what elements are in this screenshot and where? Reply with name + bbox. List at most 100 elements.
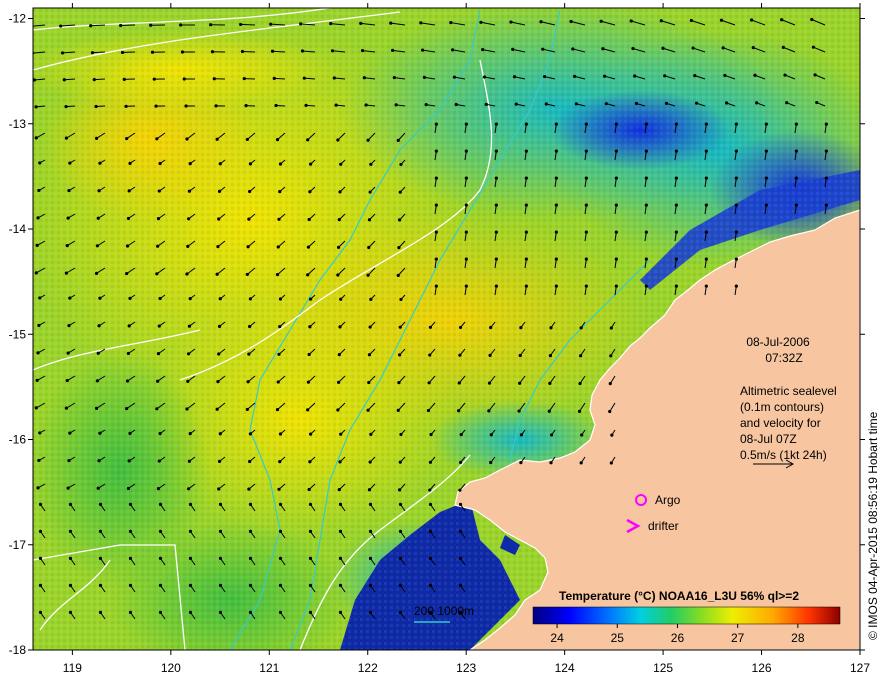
velocity-arrow-head <box>724 101 729 105</box>
velocity-arrow-head <box>734 176 738 180</box>
date-label: 08-Jul-2006 <box>746 335 810 349</box>
velocity-arrow-head <box>218 610 223 614</box>
velocity-arrow-head <box>458 460 463 465</box>
velocity-arrow <box>120 24 136 27</box>
velocity-arrow-head <box>704 149 708 153</box>
velocity-arrow-head <box>398 610 403 614</box>
velocity-arrow-head <box>128 610 133 614</box>
velocity-arrow-head <box>330 49 335 53</box>
velocity-arrow-head <box>458 488 462 492</box>
velocity-arrow-head <box>188 502 193 506</box>
velocity-arrow-head <box>464 230 468 234</box>
velocity-arrow-head <box>458 353 462 357</box>
velocity-arrow-head <box>398 556 403 560</box>
velocity-arrow-head <box>119 23 123 28</box>
velocity-arrow-head <box>578 381 582 386</box>
velocity-arrow-head <box>399 162 403 167</box>
velocity-arrow-head <box>734 203 738 207</box>
velocity-arrow-head <box>306 380 311 384</box>
velocity-arrow-head <box>278 162 283 166</box>
velocity-arrow-head <box>336 245 341 249</box>
velocity-arrow-head <box>428 529 433 533</box>
velocity-arrow-head <box>674 203 678 207</box>
velocity-arrow-head <box>398 502 403 506</box>
velocity-arrow-head <box>519 461 523 465</box>
velocity-arrow-head <box>278 190 282 194</box>
velocity-arrow-head <box>274 103 278 108</box>
velocity-arrow-head <box>184 104 188 108</box>
velocity-arrow-head <box>209 23 213 27</box>
velocity-arrow-head <box>275 138 280 142</box>
velocity-arrow-head <box>337 218 341 222</box>
velocity-arrow-head <box>248 502 253 506</box>
velocity-arrow-head <box>780 18 784 22</box>
velocity-arrow-head <box>367 353 372 357</box>
velocity-arrow-head <box>609 354 613 358</box>
velocity-arrow-head <box>489 325 493 330</box>
velocity-arrow-head <box>158 610 163 614</box>
altimetry-line: 0.5m/s (1kt 24h) <box>740 448 827 462</box>
velocity-arrow-head <box>156 244 160 248</box>
velocity-arrow-head <box>633 74 637 78</box>
velocity-arrow-head <box>574 102 578 106</box>
velocity-arrow-head <box>187 189 192 193</box>
velocity-arrow-head <box>128 161 132 165</box>
velocity-arrow-head <box>38 556 43 560</box>
velocity-arrow-head <box>494 176 498 180</box>
velocity-arrow-head <box>644 203 648 207</box>
velocity-arrow-head <box>392 75 396 80</box>
velocity-arrow-head <box>584 122 588 126</box>
velocity-arrow-head <box>240 49 245 54</box>
velocity-arrow-head <box>38 296 42 300</box>
velocity-arrow <box>94 78 106 81</box>
velocity-arrow-head <box>217 459 222 463</box>
velocity-arrow-head <box>524 203 528 207</box>
velocity-arrow-head <box>158 583 163 587</box>
velocity-arrow-head <box>569 19 573 24</box>
velocity-arrow-head <box>128 296 132 300</box>
velocity-arrow-head <box>794 176 798 180</box>
velocity-arrow-head <box>37 458 41 463</box>
velocity-arrow-head <box>306 408 310 412</box>
velocity-arrow-head <box>599 19 603 23</box>
velocity-arrow-head <box>276 380 280 384</box>
velocity-arrow-head <box>644 149 648 153</box>
velocity-arrow-head <box>158 529 163 533</box>
velocity-arrow-head <box>308 502 313 506</box>
velocity-arrow-head <box>360 48 365 53</box>
velocity-arrow-head <box>338 583 343 587</box>
velocity-arrow-head <box>124 104 128 108</box>
velocity-arrow-head <box>35 378 39 382</box>
velocity-arrow-head <box>734 257 738 261</box>
velocity-arrow-head <box>704 122 708 126</box>
velocity-arrow-head <box>338 502 343 506</box>
velocity-arrow-head <box>275 273 280 277</box>
velocity-arrow-head <box>704 176 708 180</box>
velocity-arrow-head <box>216 244 220 249</box>
velocity-arrow-head <box>664 101 669 105</box>
velocity-arrow-head <box>278 460 282 464</box>
velocity-arrow-head <box>369 162 373 166</box>
x-tick-label: 123 <box>456 661 476 675</box>
velocity-arrow-head <box>37 323 41 328</box>
velocity-arrow-head <box>781 45 785 49</box>
velocity-arrow-head <box>34 105 38 109</box>
velocity-arrow-head <box>188 162 192 166</box>
velocity-arrow-head <box>64 136 69 140</box>
velocity-arrow-head <box>755 101 759 105</box>
velocity-arrow-head <box>308 325 312 329</box>
velocity-arrow-head <box>244 104 248 108</box>
velocity-arrow-head <box>338 610 343 614</box>
velocity-arrow-head <box>339 297 343 301</box>
velocity-arrow-head <box>98 431 102 435</box>
velocity-arrow-head <box>96 216 100 220</box>
velocity-arrow-head <box>369 297 373 301</box>
velocity-arrow-head <box>368 502 373 506</box>
velocity-arrow-head <box>518 353 522 358</box>
velocity-arrow-head <box>307 352 311 357</box>
velocity-arrow-head <box>554 230 558 234</box>
velocity-arrow-head <box>98 161 102 165</box>
velocity-arrow-head <box>217 487 221 491</box>
velocity-arrow-head <box>644 122 648 126</box>
velocity-arrow-head <box>368 529 373 533</box>
